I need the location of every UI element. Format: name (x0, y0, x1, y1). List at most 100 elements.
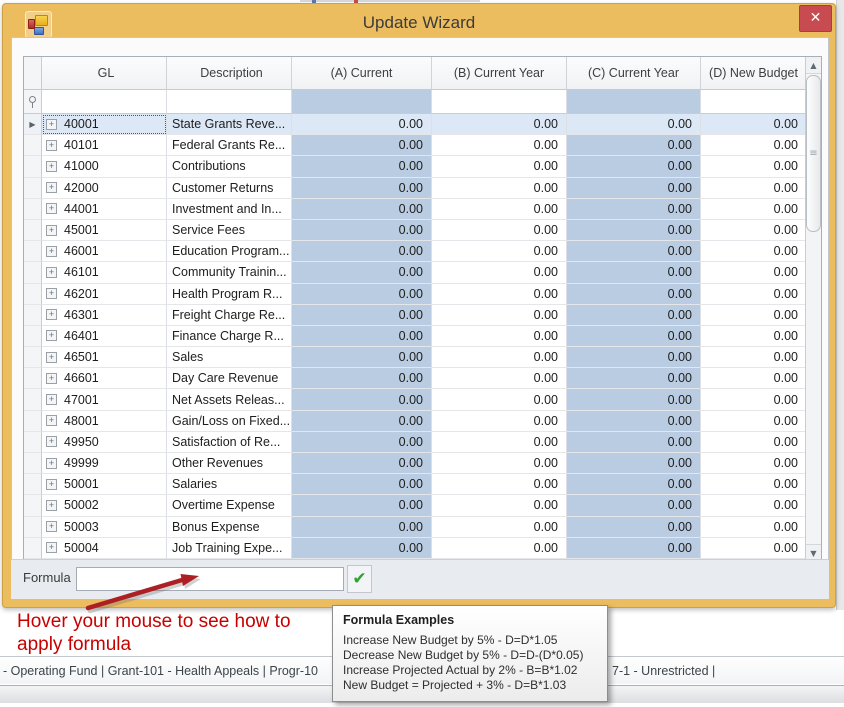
expand-icon[interactable]: + (46, 458, 57, 469)
table-row[interactable]: ▶ + 50002 Overtime Expense 0.00 0.00 0.0… (24, 495, 807, 516)
expand-icon[interactable]: + (46, 140, 57, 151)
expand-icon[interactable]: + (46, 182, 57, 193)
table-row[interactable]: ▶ + 45001 Service Fees 0.00 0.00 0.00 0.… (24, 220, 807, 241)
new-budget-d-cell[interactable]: 0.00 (701, 305, 807, 326)
description-cell[interactable]: Gain/Loss on Fixed... (167, 411, 292, 432)
description-cell[interactable]: State Grants Reve... (167, 114, 292, 135)
gl-cell[interactable]: + 50004 (42, 538, 167, 559)
current-year-b-cell[interactable]: 0.00 (432, 114, 567, 135)
current-year-b-cell[interactable]: 0.00 (432, 284, 567, 305)
current-a-cell[interactable]: 0.00 (292, 347, 432, 368)
current-year-c-cell[interactable]: 0.00 (567, 114, 701, 135)
expand-icon[interactable]: + (46, 203, 57, 214)
new-budget-d-cell[interactable]: 0.00 (701, 517, 807, 538)
current-year-c-cell[interactable]: 0.00 (567, 199, 701, 220)
new-budget-d-cell[interactable]: 0.00 (701, 284, 807, 305)
current-year-c-cell[interactable]: 0.00 (567, 517, 701, 538)
current-year-b-cell[interactable]: 0.00 (432, 453, 567, 474)
current-year-c-cell[interactable]: 0.00 (567, 368, 701, 389)
filter-cell-gl[interactable] (42, 90, 167, 114)
new-budget-d-cell[interactable]: 0.00 (701, 220, 807, 241)
current-a-cell[interactable]: 0.00 (292, 284, 432, 305)
table-row[interactable]: ▶ + 49950 Satisfaction of Re... 0.00 0.0… (24, 432, 807, 453)
vertical-scrollbar[interactable]: ▲ ≡ ▼ (805, 57, 821, 561)
current-a-cell[interactable]: 0.00 (292, 156, 432, 177)
row-header-cell[interactable]: ▶ (24, 453, 42, 474)
current-a-cell[interactable]: 0.00 (292, 220, 432, 241)
current-year-b-cell[interactable]: 0.00 (432, 347, 567, 368)
expand-icon[interactable]: + (46, 500, 57, 511)
row-header-cell[interactable]: ▶ (24, 114, 42, 135)
current-year-b-cell[interactable]: 0.00 (432, 305, 567, 326)
gl-cell[interactable]: + 41000 (42, 156, 167, 177)
current-a-cell[interactable]: 0.00 (292, 411, 432, 432)
description-cell[interactable]: Job Training Expe... (167, 538, 292, 559)
new-budget-d-cell[interactable]: 0.00 (701, 262, 807, 283)
gl-cell[interactable]: + 46601 (42, 368, 167, 389)
new-budget-d-cell[interactable]: 0.00 (701, 389, 807, 410)
new-budget-d-cell[interactable]: 0.00 (701, 411, 807, 432)
gl-cell[interactable]: + 49999 (42, 453, 167, 474)
description-cell[interactable]: Day Care Revenue (167, 368, 292, 389)
gl-cell[interactable]: + 50002 (42, 495, 167, 516)
current-year-b-cell[interactable]: 0.00 (432, 517, 567, 538)
current-year-b-cell[interactable]: 0.00 (432, 156, 567, 177)
description-cell[interactable]: Net Assets Releas... (167, 389, 292, 410)
gl-cell[interactable]: + 45001 (42, 220, 167, 241)
apply-formula-button[interactable]: ✔ (347, 565, 372, 593)
expand-icon[interactable]: + (46, 267, 57, 278)
column-header-b-current-year[interactable]: (B) Current Year (432, 57, 567, 90)
current-year-c-cell[interactable]: 0.00 (567, 474, 701, 495)
expand-icon[interactable]: + (46, 246, 57, 257)
current-year-b-cell[interactable]: 0.00 (432, 262, 567, 283)
description-cell[interactable]: Other Revenues (167, 453, 292, 474)
row-header-cell[interactable]: ▶ (24, 241, 42, 262)
current-a-cell[interactable]: 0.00 (292, 453, 432, 474)
row-header-cell[interactable]: ▶ (24, 347, 42, 368)
new-budget-d-cell[interactable]: 0.00 (701, 368, 807, 389)
column-header-gl[interactable]: GL (42, 57, 167, 90)
expand-icon[interactable]: + (46, 288, 57, 299)
expand-icon[interactable]: + (46, 309, 57, 320)
current-year-b-cell[interactable]: 0.00 (432, 495, 567, 516)
current-year-b-cell[interactable]: 0.00 (432, 178, 567, 199)
current-year-b-cell[interactable]: 0.00 (432, 135, 567, 156)
expand-icon[interactable]: + (46, 225, 57, 236)
row-header-cell[interactable]: ▶ (24, 495, 42, 516)
expand-icon[interactable]: + (46, 521, 57, 532)
gl-cell[interactable]: + 47001 (42, 389, 167, 410)
filter-cell-a[interactable] (292, 90, 432, 114)
description-cell[interactable]: Education Program... (167, 241, 292, 262)
current-year-c-cell[interactable]: 0.00 (567, 241, 701, 262)
row-header-cell[interactable]: ▶ (24, 220, 42, 241)
gl-cell[interactable]: + 46401 (42, 326, 167, 347)
current-year-b-cell[interactable]: 0.00 (432, 389, 567, 410)
gl-cell[interactable]: + 44001 (42, 199, 167, 220)
current-year-c-cell[interactable]: 0.00 (567, 432, 701, 453)
new-budget-d-cell[interactable]: 0.00 (701, 453, 807, 474)
new-budget-d-cell[interactable]: 0.00 (701, 156, 807, 177)
row-header-cell[interactable]: ▶ (24, 538, 42, 559)
expand-icon[interactable]: + (46, 415, 57, 426)
new-budget-d-cell[interactable]: 0.00 (701, 495, 807, 516)
current-year-b-cell[interactable]: 0.00 (432, 474, 567, 495)
description-cell[interactable]: Community Trainin... (167, 262, 292, 283)
table-row[interactable]: ▶ + 46101 Community Trainin... 0.00 0.00… (24, 262, 807, 283)
scroll-up-button[interactable]: ▲ (806, 57, 821, 74)
table-row[interactable]: ▶ + 47001 Net Assets Releas... 0.00 0.00… (24, 389, 807, 410)
column-header-d-new-budget[interactable]: (D) New Budget (701, 57, 807, 90)
description-cell[interactable]: Customer Returns (167, 178, 292, 199)
column-header-description[interactable]: Description (167, 57, 292, 90)
current-a-cell[interactable]: 0.00 (292, 517, 432, 538)
current-year-c-cell[interactable]: 0.00 (567, 220, 701, 241)
current-year-c-cell[interactable]: 0.00 (567, 305, 701, 326)
current-year-c-cell[interactable]: 0.00 (567, 495, 701, 516)
gl-cell[interactable]: + 50003 (42, 517, 167, 538)
current-a-cell[interactable]: 0.00 (292, 432, 432, 453)
current-year-c-cell[interactable]: 0.00 (567, 411, 701, 432)
table-row[interactable]: ▶ + 48001 Gain/Loss on Fixed... 0.00 0.0… (24, 411, 807, 432)
new-budget-d-cell[interactable]: 0.00 (701, 326, 807, 347)
current-a-cell[interactable]: 0.00 (292, 241, 432, 262)
scrollbar-thumb[interactable]: ≡ (806, 75, 821, 232)
table-row[interactable]: ▶ + 49999 Other Revenues 0.00 0.00 0.00 … (24, 453, 807, 474)
